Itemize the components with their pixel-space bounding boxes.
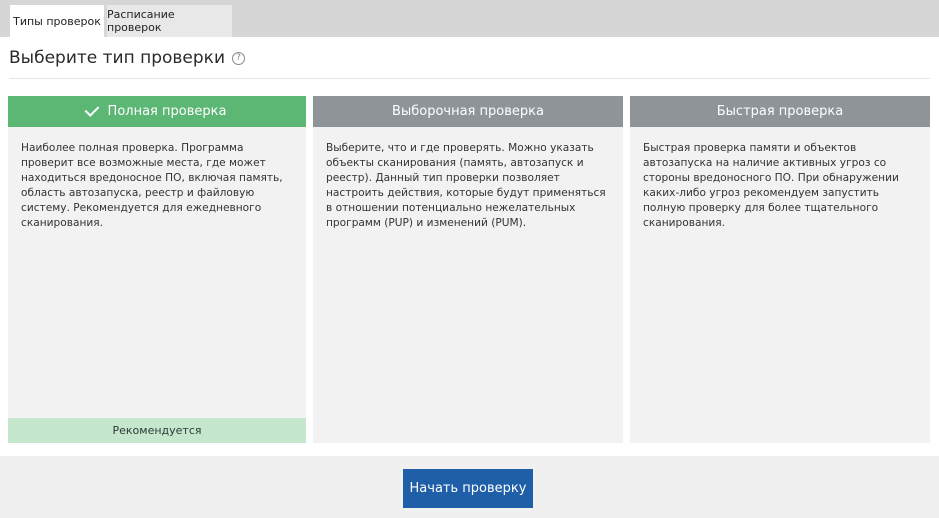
card-title: Полная проверка [107, 104, 227, 119]
divider [9, 78, 930, 79]
card-title: Быстрая проверка [716, 104, 844, 119]
page-title: Выберите тип проверки [9, 48, 225, 68]
card-quick-scan[interactable]: Быстрая проверка Быстрая проверка памяти… [630, 96, 930, 443]
main-panel: Выберите тип проверки ? Полная проверка … [0, 37, 939, 456]
tab-scan-schedule[interactable]: Расписание проверок [107, 5, 232, 37]
tab-bar: Типы проверок Расписание проверок [0, 0, 939, 37]
card-header: Выборочная проверка [313, 96, 623, 127]
page-title-row: Выберите тип проверки ? [9, 48, 245, 68]
card-description: Наиболее полная проверка. Программа пров… [21, 142, 283, 229]
card-header: Быстрая проверка [630, 96, 930, 127]
card-header: Полная проверка [8, 96, 306, 127]
card-title: Выборочная проверка [392, 104, 544, 119]
recommended-badge: Рекомендуется [8, 418, 306, 443]
card-description: Выберите, что и где проверять. Можно ука… [326, 142, 606, 229]
card-description: Быстрая проверка памяти и объектов автоз… [643, 142, 899, 229]
help-icon[interactable]: ? [232, 51, 245, 65]
tab-scan-types[interactable]: Типы проверок [10, 5, 104, 37]
card-full-scan[interactable]: Полная проверка Наиболее полная проверка… [8, 96, 306, 443]
checkmark-icon [84, 102, 99, 117]
start-scan-button[interactable]: Начать проверку [403, 469, 533, 508]
card-custom-scan[interactable]: Выборочная проверка Выберите, что и где … [313, 96, 623, 443]
